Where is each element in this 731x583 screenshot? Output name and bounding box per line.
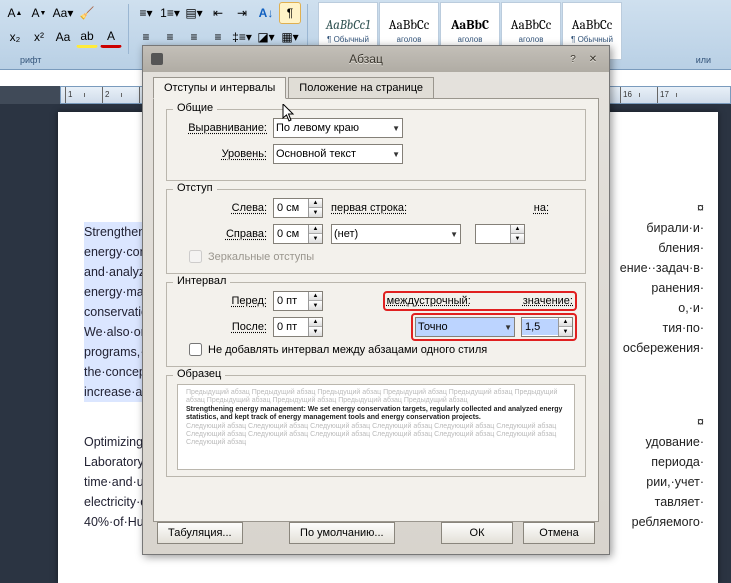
before-label: Перед: [177,295,273,307]
dialog-tabs: Отступы и интервалы Положение на страниц… [143,70,609,98]
level-label: Уровень: [177,148,273,160]
numbering-button[interactable]: 1≡▾ [159,2,181,24]
dialog-icon [151,53,163,65]
ok-button[interactable]: ОК [441,522,513,544]
by-label: на: [485,202,555,214]
text-right-column: ¤бирали·и·бления·ение··задач·в·ранения·о… [620,198,704,358]
group-label-styles: или [696,55,711,69]
change-case-button[interactable]: Aa▾ [52,2,74,24]
increase-indent-button[interactable]: ⇥ [231,2,253,24]
line-spacing-select[interactable]: Точно▼ [415,317,515,337]
shrink-font-button[interactable]: A▼ [28,2,50,24]
superscript-button[interactable]: x² [28,26,50,48]
align-select[interactable]: По левому краю▼ [273,118,403,138]
decrease-indent-button[interactable]: ⇤ [207,2,229,24]
tabs-button[interactable]: Табуляция... [157,522,243,544]
tab-position[interactable]: Положение на странице [288,77,434,99]
left-indent-input[interactable]: 0 см ▲▼ [273,198,323,218]
after-label: После: [177,321,273,333]
left-indent-label: Слева: [177,202,273,214]
align-label: Выравнивание: [177,122,273,134]
legend-general: Общие [173,102,217,114]
same-style-checkbox-input[interactable] [189,343,202,356]
dialog-title: Абзац [171,52,561,66]
value-label: значение: [523,295,573,307]
highlight-button[interactable]: ab [76,26,98,48]
fieldset-spacing: Интервал Перед: 0 пт ▲▼ междустрочный: з… [166,282,586,367]
ribbon-divider [128,4,129,54]
multilevel-button[interactable]: ▤▾ [183,2,205,24]
group-label-font: рифт [20,55,41,69]
paragraph-dialog: Абзац ? ✕ Отступы и интервалы Положение … [142,45,610,555]
bullets-button[interactable]: ≡▾ [135,2,157,24]
level-select[interactable]: Основной текст▼ [273,144,403,164]
grow-font-button[interactable]: A▲ [4,2,26,24]
text-effects-button[interactable]: Aa [52,26,74,48]
fieldset-indent: Отступ Слева: 0 см ▲▼ первая строка: на:… [166,189,586,274]
before-input[interactable]: 0 пт ▲▼ [273,291,323,311]
default-button[interactable]: По умолчанию... [289,522,395,544]
mirror-indents-checkbox: Зеркальные отступы [177,250,575,263]
clear-format-button[interactable]: 🧹 [76,2,98,24]
fieldset-sample: Образец Предыдущий абзац Предыдущий абза… [166,375,586,477]
tab-body: Общие Выравнивание: По левому краю▼ Уров… [153,98,599,522]
show-marks-button[interactable]: ¶ [279,2,301,24]
right-indent-label: Справа: [177,228,273,240]
para-group: ≡▾ 1≡▾ ▤▾ ⇤ ⇥ A↓ ¶ ≡ ≡ ≡ ≡ ‡≡▾ ◪▾ ▦▾ [135,2,301,48]
legend-sample: Образец [173,368,225,380]
font-color-button[interactable]: A [100,26,122,48]
close-button[interactable]: ✕ [585,52,601,66]
same-style-spacing-checkbox[interactable]: Не добавлять интервал между абзацами одн… [177,343,575,356]
sort-button[interactable]: A↓ [255,2,277,24]
right-indent-input[interactable]: 0 см ▲▼ [273,224,323,244]
legend-spacing: Интервал [173,275,230,287]
cancel-button[interactable]: Отмена [523,522,595,544]
tab-indents[interactable]: Отступы и интервалы [153,77,286,99]
subscript-button[interactable]: x₂ [4,26,26,48]
legend-indent: Отступ [173,182,217,194]
text-right-column-2: ¤удование·периода·рии,·учет·тавляет·ребл… [632,412,704,532]
line-spacing-value-input[interactable]: 1,5 ▲▼ [521,317,573,337]
font-group: A▲ A▼ Aa▾ 🧹 x₂ x² Aa ab A [4,2,122,48]
first-line-select[interactable]: (нет)▼ [331,224,461,244]
help-button[interactable]: ? [565,52,581,66]
first-line-label: первая строка: [323,202,435,214]
preview-box: Предыдущий абзац Предыдущий абзац Предыд… [177,384,575,470]
after-input[interactable]: 0 пт ▲▼ [273,317,323,337]
mirror-checkbox-input [189,250,202,263]
first-line-by-input[interactable]: ▲▼ [475,224,525,244]
dialog-titlebar[interactable]: Абзац ? ✕ [143,46,609,72]
line-spacing-label: междустрочный: [387,295,471,307]
fieldset-general: Общие Выравнивание: По левому краю▼ Уров… [166,109,586,181]
dialog-button-row: Табуляция... По умолчанию... ОК Отмена [157,518,595,548]
